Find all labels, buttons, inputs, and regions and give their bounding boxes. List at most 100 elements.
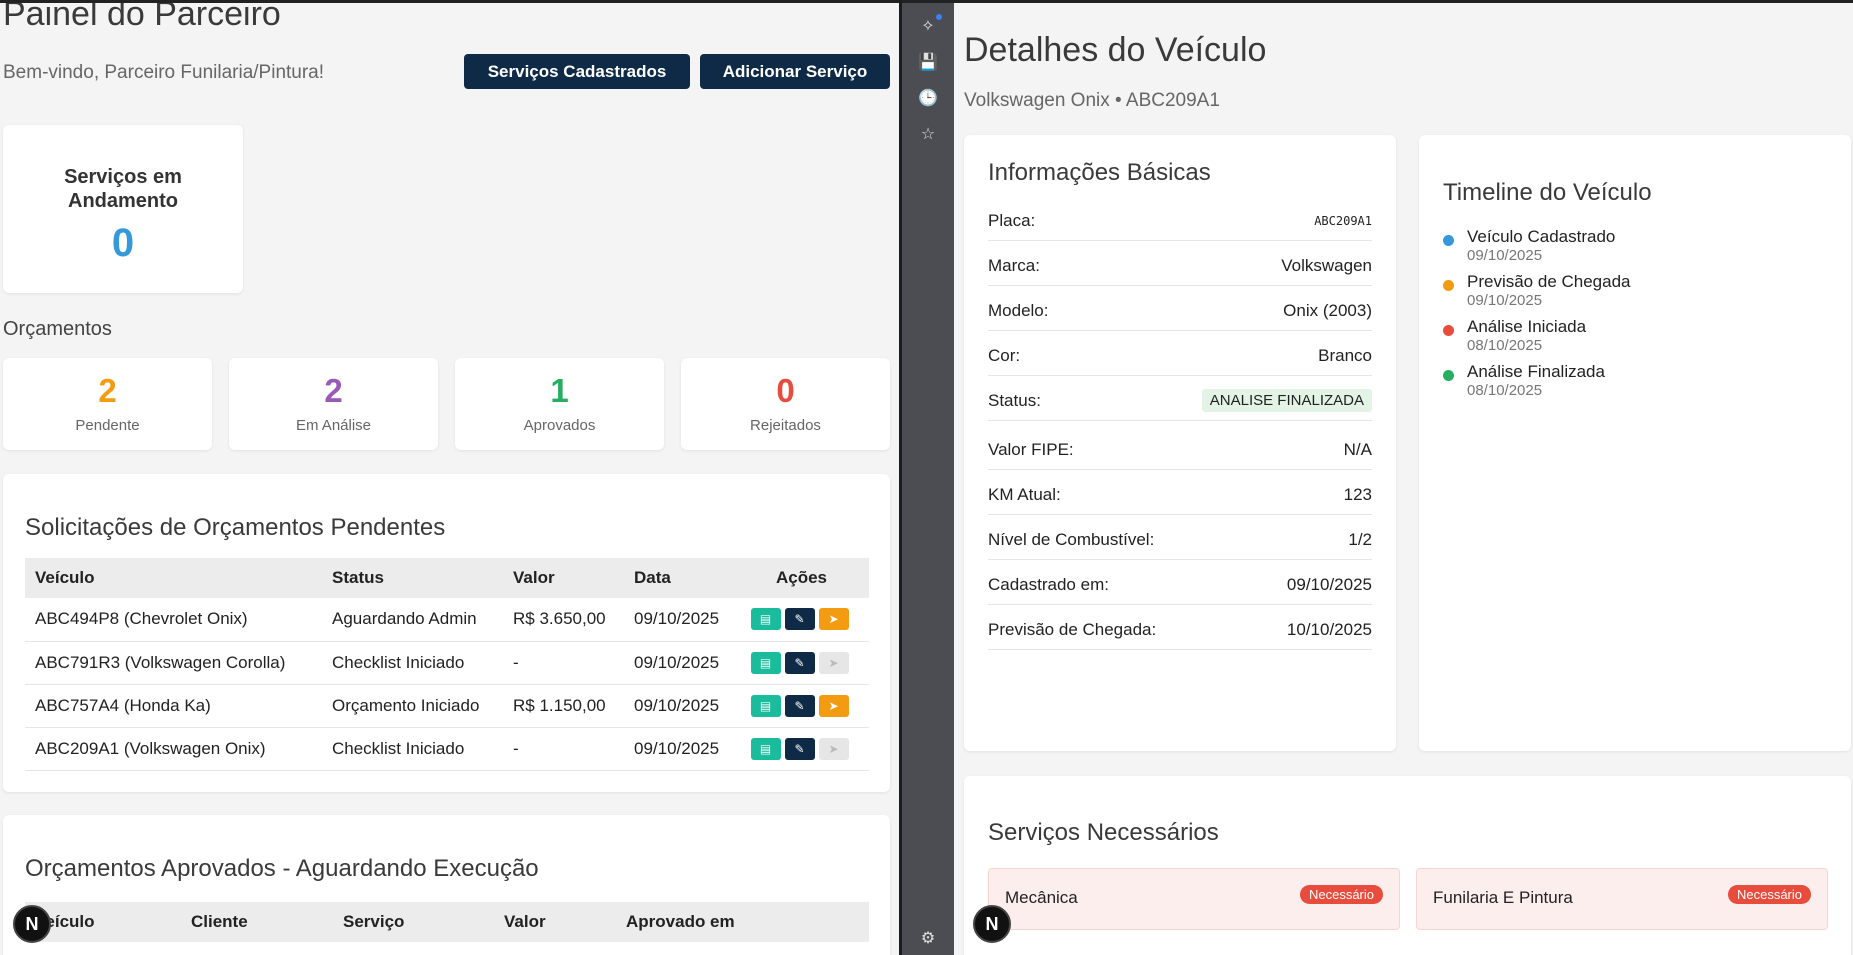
timeline-card: Timeline do Veículo Veículo Cadastrado 09…: [1419, 135, 1851, 751]
checklist-icon[interactable]: ▤: [750, 694, 781, 717]
devtools-badge[interactable]: N: [973, 905, 1011, 943]
welcome-message: Bem-vindo, Parceiro Funilaria/Pintura!: [3, 62, 325, 83]
column-header: Ações: [734, 558, 869, 598]
info-key: Placa:: [988, 210, 1036, 230]
table-cell-actions: ▤ ✎ ➤: [734, 727, 869, 771]
basic-info-card: Informações Básicas Placa: ABC209A1 Marca:…: [964, 135, 1396, 751]
star-icon[interactable]: ☆: [918, 125, 938, 145]
registered-services-button[interactable]: Serviços Cadastrados: [464, 54, 690, 89]
table-cell-status: Aguardando Admin: [322, 598, 503, 642]
send-icon: ➤: [818, 651, 849, 674]
table-cell-vehicle: ABC494P8 (Chevrolet Onix): [25, 598, 322, 642]
table-cell-vehicle: ABC757A4 (Honda Ka): [25, 684, 322, 728]
vehicle-details-pane: Detalhes do Veículo Volkswagen Onix • AB…: [954, 0, 1853, 955]
timeline-label: Veículo Cadastrado: [1467, 227, 1616, 246]
info-value: Branco: [1318, 345, 1372, 365]
info-key: Valor FIPE:: [988, 439, 1074, 459]
timeline-dot: [1443, 370, 1454, 381]
status-badge: ANALISE FINALIZADA: [1201, 389, 1372, 412]
info-row: Cor: Branco: [988, 336, 1372, 376]
timeline-date: 09/10/2025: [1467, 247, 1543, 264]
partner-dashboard-pane: Painel do Parceiro Bem-vindo, Parceiro F…: [0, 0, 899, 955]
info-value: 10/10/2025: [1286, 619, 1372, 639]
send-icon[interactable]: ➤: [818, 608, 849, 631]
table-row: ABC209A1 (Volkswagen Onix) Checklist Inic…: [25, 727, 869, 771]
timeline-label: Análise Finalizada: [1467, 362, 1605, 381]
timeline-label: Previsão de Chegada: [1467, 272, 1631, 291]
approved-budgets-table: Veículo Cliente Serviço Valor Aprovado e…: [25, 902, 869, 942]
basic-info-title: Informações Básicas: [988, 159, 1211, 186]
info-value: ABC209A1: [1314, 213, 1372, 228]
in-progress-count: 0: [111, 221, 135, 265]
info-row: Valor FIPE: N/A: [988, 430, 1372, 470]
info-key: Modelo:: [988, 300, 1049, 320]
table-cell-value: -: [503, 641, 624, 685]
stat-label: Aprovados: [523, 417, 596, 434]
timeline-dot: [1443, 325, 1454, 336]
pending-requests-card: Solicitações de Orçamentos Pendentes Veí…: [3, 474, 890, 792]
edit-icon[interactable]: ✎: [784, 737, 815, 760]
info-value: 1/2: [1348, 529, 1372, 549]
needed-services-card: Serviços Necessários Mecânica Necessário…: [964, 776, 1851, 955]
info-value: N/A: [1343, 439, 1372, 459]
edit-icon[interactable]: ✎: [784, 651, 815, 674]
approved-budgets-card: Orçamentos Aprovados - Aguardando Execuç…: [3, 815, 890, 955]
table-row: ABC757A4 (Honda Ka) Orçamento Iniciado R$ …: [25, 684, 869, 728]
edit-icon[interactable]: ✎: [784, 694, 815, 717]
timeline-label: Análise Iniciada: [1467, 317, 1587, 336]
info-row: Nível de Combustível: 1/2: [988, 520, 1372, 560]
column-header: Aprovado em: [616, 902, 869, 942]
page-title: Painel do Parceiro: [3, 0, 281, 33]
needed-services-title: Serviços Necessários: [988, 819, 1219, 846]
send-icon[interactable]: ➤: [818, 694, 849, 717]
table-row: ABC494P8 (Chevrolet Onix) Aguardando Admi…: [25, 598, 869, 642]
stat-label: Pendente: [75, 417, 140, 434]
table-cell-value: R$ 1.150,00: [503, 684, 624, 728]
info-row: KM Atual: 123: [988, 475, 1372, 515]
table-cell-vehicle: ABC791R3 (Volkswagen Corolla): [25, 641, 322, 685]
info-key: Marca:: [988, 255, 1040, 275]
table-row: ABC791R3 (Volkswagen Corolla) Checklist I…: [25, 641, 869, 685]
table-cell-status: Checklist Iniciado: [322, 641, 503, 685]
service-item: Mecânica Necessário: [988, 868, 1400, 930]
save-icon[interactable]: 💾: [918, 53, 938, 73]
needed-badge: Necessário: [1299, 885, 1383, 904]
column-header: Valor: [494, 902, 616, 942]
sparkle-icon[interactable]: ✧: [918, 17, 938, 37]
pending-requests-title: Solicitações de Orçamentos Pendentes: [25, 514, 446, 541]
stat-value: 0: [776, 372, 795, 409]
checklist-icon[interactable]: ▤: [750, 737, 781, 760]
table-cell-date: 09/10/2025: [624, 727, 734, 771]
stat-card-approved: 1 Aprovados: [455, 358, 664, 450]
timeline-dot: [1443, 280, 1454, 291]
stat-value: 2: [98, 372, 117, 409]
add-service-button[interactable]: Adicionar Serviço: [700, 54, 890, 89]
tool-sidebar: ✧ 💾 🕒 ☆ ⚙: [902, 0, 954, 955]
stat-value: 1: [550, 372, 569, 409]
gear-icon[interactable]: ⚙: [918, 929, 938, 949]
checklist-icon[interactable]: ▤: [750, 651, 781, 674]
notification-dot: [936, 14, 942, 20]
table-cell-value: R$ 3.650,00: [503, 598, 624, 642]
timeline-date: 09/10/2025: [1467, 292, 1543, 309]
table-cell-status: Checklist Iniciado: [322, 727, 503, 771]
info-key: Cadastrado em:: [988, 574, 1109, 594]
table-cell-date: 09/10/2025: [624, 598, 734, 642]
info-row: Marca: Volkswagen: [988, 246, 1372, 286]
send-icon: ➤: [818, 737, 849, 760]
info-row: Cadastrado em: 09/10/2025: [988, 565, 1372, 605]
history-icon[interactable]: 🕒: [918, 89, 938, 109]
info-row: Modelo: Onix (2003): [988, 291, 1372, 331]
checklist-icon[interactable]: ▤: [750, 608, 781, 631]
devtools-badge[interactable]: N: [13, 905, 51, 943]
column-header: Serviço: [333, 902, 494, 942]
vehicle-subtitle: Volkswagen Onix • ABC209A1: [964, 90, 1220, 111]
column-header: Status: [322, 558, 503, 598]
info-row: Previsão de Chegada: 10/10/2025: [988, 610, 1372, 650]
in-progress-label: Serviços em Andamento: [64, 166, 182, 212]
table-cell-vehicle: ABC209A1 (Volkswagen Onix): [25, 727, 322, 771]
timeline-title: Timeline do Veículo: [1443, 179, 1652, 206]
needed-badge: Necessário: [1727, 885, 1811, 904]
edit-icon[interactable]: ✎: [784, 608, 815, 631]
info-row: Placa: ABC209A1: [988, 201, 1372, 241]
